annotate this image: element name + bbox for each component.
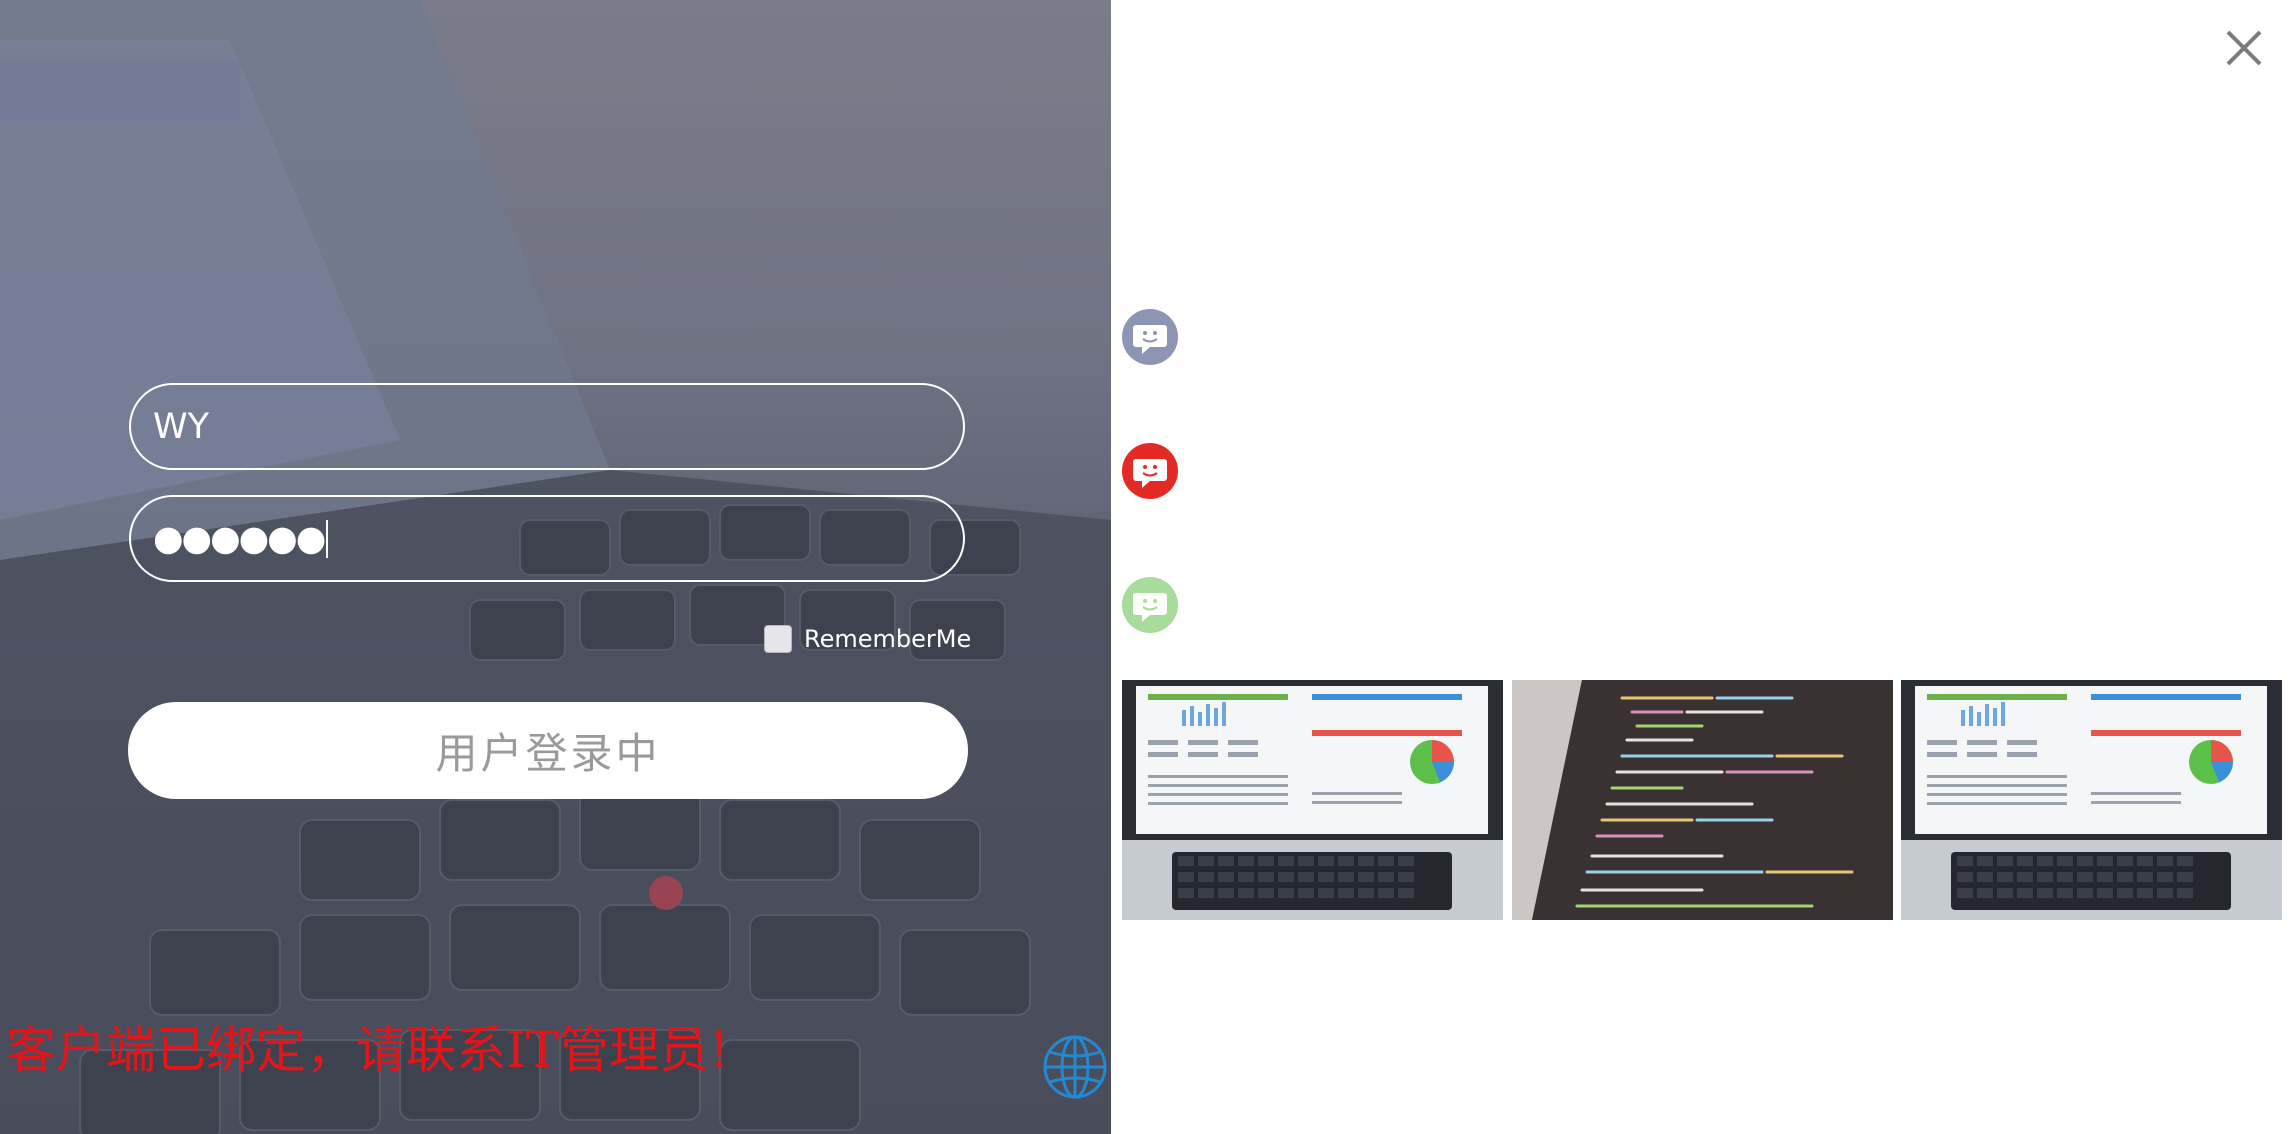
chat-bubble-icon[interactable] — [1121, 576, 1179, 634]
globe-icon[interactable] — [1042, 1034, 1108, 1100]
chat-bubble-icon[interactable] — [1121, 308, 1179, 366]
chat-bubble-icon[interactable] — [1121, 442, 1179, 500]
username-input[interactable]: WY — [129, 383, 965, 470]
username-value: WY — [153, 406, 209, 447]
remember-me-option[interactable]: RememberMe — [764, 625, 971, 653]
laptop-dashboard-thumbnail[interactable] — [1901, 680, 2282, 920]
text-caret — [326, 519, 329, 558]
login-button-label: 用户登录中 — [435, 729, 661, 778]
password-input[interactable]: ●●●●●● — [129, 495, 965, 582]
login-button[interactable]: 用户登录中 — [128, 702, 968, 799]
close-icon[interactable] — [2222, 26, 2266, 70]
remember-me-checkbox[interactable] — [764, 625, 792, 653]
laptop-dashboard-thumbnail[interactable] — [1122, 680, 1503, 920]
remember-me-label[interactable]: RememberMe — [804, 625, 971, 653]
password-value: ●●●●●● — [153, 518, 326, 559]
code-screen-thumbnail[interactable] — [1512, 680, 1893, 920]
error-message: 客户端已绑定，请联系IT管理员! — [6, 1021, 730, 1079]
login-panel: WY ●●●●●● RememberMe 用户登录中 客户端已绑定，请联系IT管… — [0, 0, 1111, 1134]
